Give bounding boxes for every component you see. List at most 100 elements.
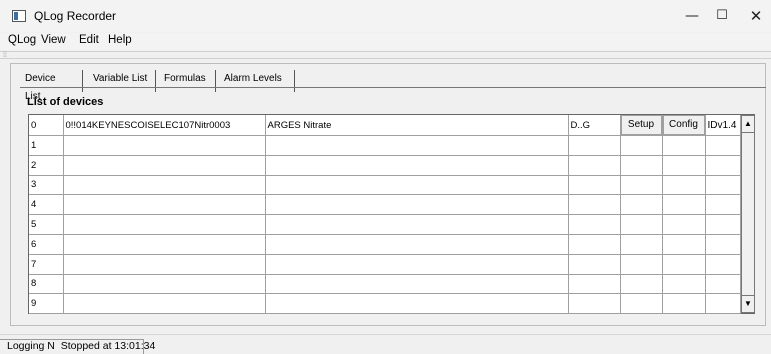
menu-bar: QLog View Edit Help — [0, 33, 771, 50]
row-index: 0 — [29, 115, 64, 136]
device-address-cell[interactable] — [63, 175, 266, 196]
device-dg-cell[interactable] — [568, 234, 621, 255]
setup-cell[interactable] — [620, 274, 663, 295]
device-version-cell[interactable] — [705, 293, 741, 315]
setup-cell[interactable] — [620, 214, 663, 235]
run-state: Stopped at 13:01:34 — [60, 340, 156, 352]
scroll-track[interactable] — [741, 133, 755, 295]
scroll-up-icon[interactable]: ▲ — [741, 115, 755, 133]
menu-view[interactable]: View — [41, 34, 66, 46]
tab-alarm-levels[interactable]: Alarm Levels — [215, 70, 295, 92]
config-cell[interactable] — [662, 175, 706, 196]
device-name-cell[interactable] — [265, 135, 569, 156]
device-version-cell[interactable] — [705, 254, 741, 275]
device-version-cell[interactable] — [705, 234, 741, 255]
config-button[interactable]: Config — [662, 115, 704, 135]
row-index: 3 — [29, 175, 64, 196]
device-version-cell[interactable] — [705, 175, 741, 196]
device-name-cell[interactable] — [265, 214, 569, 235]
device-address-cell[interactable] — [63, 293, 266, 315]
device-address-cell[interactable] — [63, 274, 266, 295]
setup-cell[interactable] — [620, 155, 663, 176]
row-index: 7 — [29, 254, 64, 275]
table-row: 3 — [29, 175, 741, 196]
device-version-cell[interactable] — [705, 274, 741, 295]
device-address-cell[interactable] — [63, 135, 266, 156]
title-bar: QLog Recorder — ☐ ✕ — [0, 0, 771, 32]
setup-cell[interactable] — [620, 293, 663, 315]
menu-qlog[interactable]: QLog — [8, 34, 36, 46]
table-row: 1 — [29, 135, 741, 156]
row-index: 8 — [29, 274, 64, 295]
table-row: 5 — [29, 214, 741, 235]
row-index: 1 — [29, 135, 64, 156]
tab-device-list[interactable]: Device List — [16, 70, 78, 102]
table-row: 7 — [29, 254, 741, 275]
device-name-cell[interactable]: ARGES Nitrate — [265, 115, 569, 136]
device-version-cell[interactable] — [705, 214, 741, 235]
device-address-cell[interactable]: 0!!014KEYNESCOISELEC107Nitr0003 — [63, 115, 266, 136]
row-index: 9 — [29, 293, 64, 315]
config-cell[interactable] — [662, 194, 706, 216]
status-text: Logging N Stopped at 13:01:34 — [7, 340, 155, 352]
tab-formulas[interactable]: Formulas — [155, 70, 206, 92]
setup-cell[interactable] — [620, 194, 663, 216]
device-address-cell[interactable] — [63, 234, 266, 255]
device-grid: 0 0!!014KEYNESCOISELEC107Nitr0003 ARGES … — [28, 114, 755, 315]
setup-cell[interactable] — [620, 234, 663, 255]
device-version-cell[interactable] — [705, 194, 741, 216]
device-name-cell[interactable] — [265, 155, 569, 176]
config-cell: Config — [662, 115, 706, 136]
close-button[interactable]: ✕ — [742, 0, 770, 32]
device-dg-cell[interactable] — [568, 135, 621, 156]
menu-help[interactable]: Help — [108, 34, 132, 46]
config-cell[interactable] — [662, 293, 706, 315]
config-cell[interactable] — [662, 254, 706, 275]
device-version-cell[interactable]: IDv1.4 — [705, 115, 741, 136]
device-address-cell[interactable] — [63, 254, 266, 275]
setup-cell[interactable] — [620, 135, 663, 156]
device-name-cell[interactable] — [265, 274, 569, 295]
device-dg-cell[interactable] — [568, 214, 621, 235]
device-dg-cell[interactable] — [568, 293, 621, 315]
device-dg-cell[interactable] — [568, 274, 621, 295]
device-name-cell[interactable] — [265, 293, 569, 315]
vertical-scrollbar[interactable]: ▲ ▼ — [740, 115, 755, 313]
device-name-cell[interactable] — [265, 254, 569, 275]
row-index: 5 — [29, 214, 64, 235]
config-cell[interactable] — [662, 135, 706, 156]
scroll-down-icon[interactable]: ▼ — [741, 295, 755, 313]
device-table: 0 0!!014KEYNESCOISELEC107Nitr0003 ARGES … — [29, 115, 741, 315]
row-index: 4 — [29, 194, 64, 216]
setup-cell[interactable] — [620, 254, 663, 275]
device-version-cell[interactable] — [705, 135, 741, 156]
app-icon — [12, 10, 26, 22]
table-row: 2 — [29, 155, 741, 176]
device-dg-cell[interactable] — [568, 155, 621, 176]
device-dg-cell[interactable]: D..G — [568, 115, 621, 136]
device-name-cell[interactable] — [265, 194, 569, 216]
device-address-cell[interactable] — [63, 214, 266, 235]
toolbar: ⁞⁞ — [0, 51, 771, 59]
config-cell[interactable] — [662, 214, 706, 235]
device-address-cell[interactable] — [63, 155, 266, 176]
device-name-cell[interactable] — [265, 175, 569, 196]
toolbar-grip-icon[interactable]: ⁞⁞ — [3, 52, 7, 59]
setup-cell[interactable] — [620, 175, 663, 196]
setup-button[interactable]: Setup — [620, 115, 661, 135]
device-name-cell[interactable] — [265, 234, 569, 255]
tab-variable-list[interactable]: Variable List — [82, 70, 161, 92]
device-version-cell[interactable] — [705, 155, 741, 176]
device-dg-cell[interactable] — [568, 254, 621, 275]
table-row: 8 — [29, 274, 741, 295]
config-cell[interactable] — [662, 274, 706, 295]
device-dg-cell[interactable] — [568, 194, 621, 216]
device-address-cell[interactable] — [63, 194, 266, 216]
config-cell[interactable] — [662, 155, 706, 176]
window-title: QLog Recorder — [34, 9, 117, 23]
config-cell[interactable] — [662, 234, 706, 255]
device-dg-cell[interactable] — [568, 175, 621, 196]
menu-edit[interactable]: Edit — [79, 34, 99, 46]
maximize-button[interactable]: ☐ — [702, 0, 742, 32]
table-row: 4 — [29, 194, 741, 216]
